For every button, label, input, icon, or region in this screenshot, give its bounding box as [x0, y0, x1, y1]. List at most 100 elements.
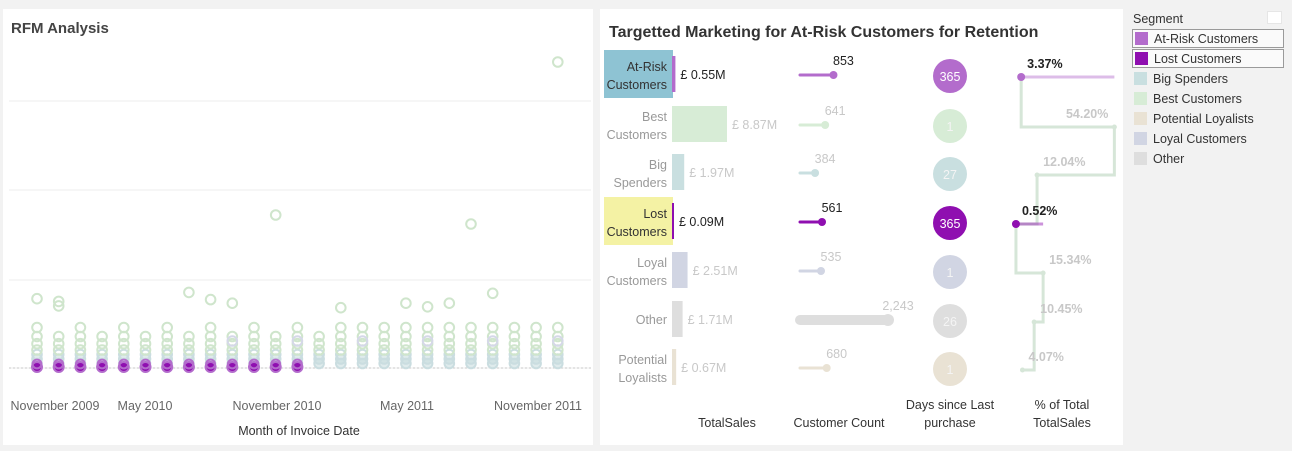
legend-swatch [1135, 32, 1148, 45]
pct-dot [1019, 367, 1025, 373]
count-label: 561 [822, 201, 843, 215]
point-outlier [552, 56, 564, 68]
legend-item[interactable]: Big Spenders [1132, 69, 1284, 88]
pct-label: 10.45% [1040, 302, 1082, 316]
point-outlier [421, 301, 434, 313]
legend-label: Big Spenders [1153, 71, 1229, 86]
point-outlier [486, 287, 499, 300]
sales-label: £ 2.51M [693, 264, 738, 278]
pct-label: 4.07% [1028, 350, 1063, 364]
row-label: At-Risk [627, 60, 668, 74]
point-outlier [226, 297, 239, 310]
row-label: Potential [618, 353, 667, 367]
legend-menu-box[interactable] [1267, 11, 1282, 24]
legend-swatch [1134, 132, 1147, 145]
x-tick-label: May 2011 [380, 399, 434, 413]
sales-bar [672, 154, 685, 190]
targeted-marketing-panel: Targetted Marketing for At-Risk Customer… [600, 9, 1123, 445]
legend-item[interactable]: Best Customers [1132, 89, 1284, 108]
count-dot [882, 314, 894, 326]
count-label: 535 [821, 250, 842, 264]
legend-label: Lost Customers [1154, 51, 1242, 66]
legend-swatch [1134, 92, 1147, 105]
segment-legend: Segment At-Risk Customers Lost Customers B… [1128, 9, 1288, 179]
legend-item[interactable]: Lost Customers [1132, 49, 1284, 68]
point-outlier [31, 292, 43, 305]
row-label: Lost [643, 207, 667, 221]
pct-dot [1040, 270, 1046, 276]
days-label: 1 [947, 363, 954, 377]
sales-label: £ 0.55M [680, 68, 725, 82]
legend-item[interactable]: Potential Loyalists [1132, 109, 1284, 128]
row-label: Best [642, 110, 668, 124]
row-label: Loyalists [618, 371, 667, 385]
sales-label: £ 8.87M [732, 118, 777, 132]
legend-item[interactable]: Loyal Customers [1132, 129, 1284, 148]
row-label: Customers [607, 274, 667, 288]
sales-label: £ 1.97M [689, 166, 734, 180]
days-label: 26 [943, 315, 957, 329]
sales-label: £ 0.09M [679, 215, 724, 229]
count-label: 853 [833, 54, 854, 68]
targeted-marketing-chart[interactable]: TotalSales Customer Count Days since Last p… [600, 9, 1123, 445]
sales-bar [672, 106, 727, 142]
pct-dot [1111, 124, 1117, 130]
days-label: 27 [943, 168, 957, 182]
legend-label: At-Risk Customers [1154, 31, 1259, 46]
pct-dot [1031, 319, 1037, 325]
count-label: 641 [825, 104, 846, 118]
column-title: % of Total [1035, 398, 1090, 412]
count-label: 680 [826, 347, 847, 361]
point-outlier [335, 301, 347, 314]
legend-swatch [1134, 152, 1147, 165]
pct-label: 15.34% [1049, 253, 1091, 267]
point-outlier [443, 297, 456, 310]
pct-label: 3.37% [1027, 57, 1062, 71]
column-title: TotalSales [698, 416, 756, 430]
sales-bar [672, 56, 676, 92]
point-outlier [269, 209, 282, 221]
count-dot [822, 364, 831, 372]
pct-dot [1017, 73, 1026, 81]
row-label: Big [649, 158, 667, 172]
days-label: 365 [940, 70, 961, 84]
sales-label: £ 1.71M [688, 313, 733, 327]
row-label: Customers [607, 78, 667, 92]
x-tick-label: November 2009 [11, 399, 100, 413]
count-dot [811, 169, 820, 177]
sales-bar [672, 203, 674, 239]
column-title: TotalSales [1033, 416, 1091, 430]
pct-dot [1034, 172, 1040, 178]
legend-swatch [1134, 72, 1147, 85]
count-dot [821, 121, 830, 129]
row-label: Customers [607, 225, 667, 239]
count-label: 384 [815, 152, 836, 166]
column-title: Customer Count [793, 416, 885, 430]
legend-label: Other [1153, 151, 1185, 166]
days-label: 365 [940, 217, 961, 231]
column-title: purchase [924, 416, 975, 430]
pct-label: 0.52% [1022, 204, 1057, 218]
point-outlier [400, 297, 412, 310]
legend-label: Best Customers [1153, 91, 1242, 106]
point-outlier [204, 293, 217, 306]
column-title: Days since Last [906, 398, 995, 412]
days-label: 1 [947, 120, 954, 134]
legend-item[interactable]: At-Risk Customers [1132, 29, 1284, 48]
row-label: Loyal [637, 256, 667, 270]
row-label: Customers [607, 128, 667, 142]
count-label: 2,243 [882, 299, 913, 313]
rfm-scatter-chart[interactable]: November 2009 May 2010 November 2010 May 20… [3, 9, 593, 445]
point-outlier [183, 286, 195, 299]
legend-label: Potential Loyalists [1153, 111, 1254, 126]
sales-bar [672, 252, 688, 288]
legend-item[interactable]: Other [1132, 149, 1284, 168]
pct-dot [1011, 220, 1020, 228]
count-dot [829, 71, 838, 79]
sales-bar [672, 349, 677, 385]
x-axis-title: Month of Invoice Date [238, 424, 360, 438]
legend-title: Segment [1133, 12, 1184, 26]
x-tick-label: November 2010 [233, 399, 322, 413]
legend-label: Loyal Customers [1153, 131, 1247, 146]
pct-label: 54.20% [1066, 107, 1108, 121]
